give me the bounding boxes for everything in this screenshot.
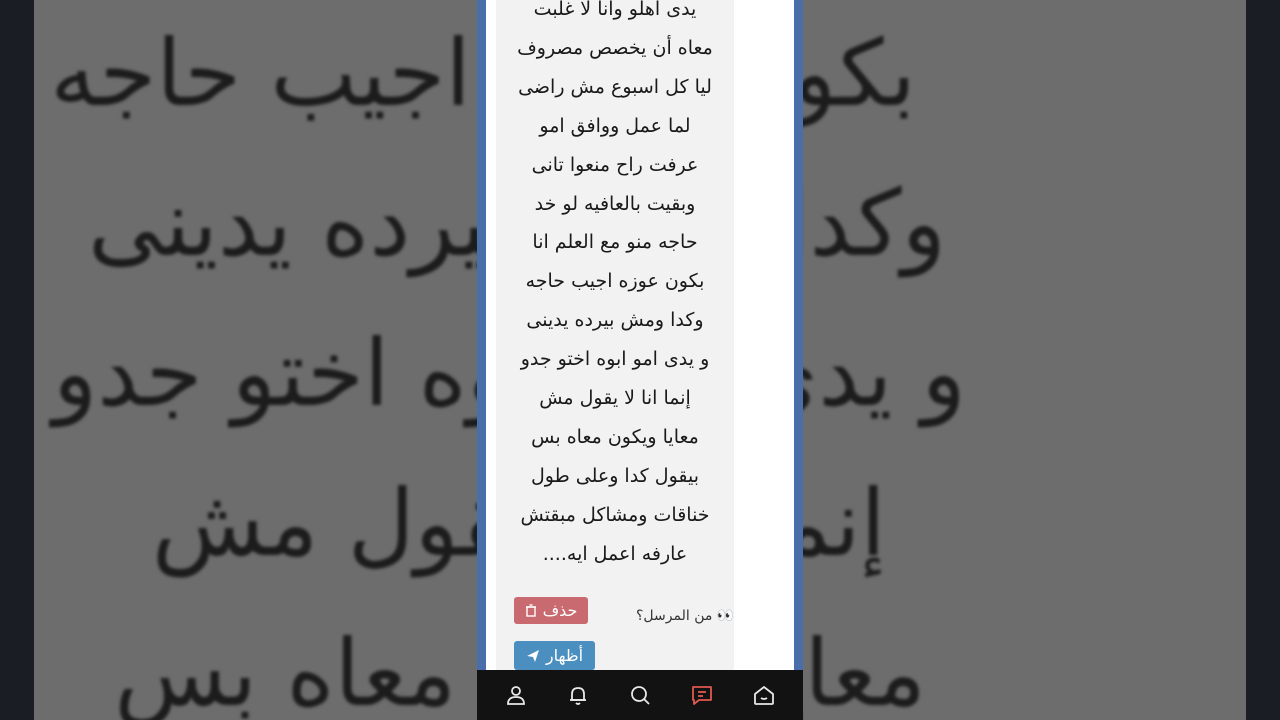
message-line: يدى اهلو وانا لا غلبت (533, 0, 697, 20)
message-line: معايا ويكون معاه بس (531, 425, 699, 448)
message-line: عارفه اعمل ايه.... (542, 542, 688, 565)
messages-icon[interactable] (689, 682, 715, 708)
notifications-icon[interactable] (565, 682, 591, 708)
message-line: حاجه منو مع العلم انا (532, 231, 698, 254)
message-line: خناقات ومشاكل مبقتش (520, 503, 710, 526)
message-line: وبقيت بالعافيه لو خد (534, 192, 696, 215)
message-line: بيقول كدا وعلى طول (530, 464, 700, 487)
message-line: عرفت راح منعوا تانى (531, 153, 699, 176)
sender-label: 👀 من المرسل؟ (636, 608, 735, 624)
show-label: أظهار (545, 646, 584, 665)
message-line: و يدى امو ابوه اختو جدو (520, 348, 710, 371)
trash-icon (525, 604, 536, 617)
message-line: لما عمل ووافق امو (539, 114, 691, 137)
search-icon[interactable] (627, 682, 653, 708)
app-screen: ✉ يدى اهلو وانا لا غلبت معاه أن يخصص مصر… (486, 0, 794, 670)
message-line: بكون عوزه اجيب حاجه (525, 270, 705, 293)
show-button[interactable]: أظهار (514, 641, 595, 670)
send-icon (526, 649, 539, 662)
message-body: يدى اهلو وانا لا غلبت معاه أن يخصص مصروف… (496, 0, 734, 574)
message-line: إنما انا لا يقول مش (539, 387, 691, 410)
delete-button[interactable]: حذف (514, 597, 588, 624)
profile-icon[interactable] (503, 682, 529, 708)
phone-frame: ✉ يدى اهلو وانا لا غلبت معاه أن يخصص مصر… (477, 0, 803, 720)
message-line: معاه أن يخصص مصروف (517, 36, 713, 59)
message-line: وكدا ومش بيرده يدينى (526, 309, 704, 332)
delete-label: حذف (542, 601, 578, 620)
message-card: يدى اهلو وانا لا غلبت معاه أن يخصص مصروف… (496, 0, 734, 670)
home-icon[interactable] (751, 682, 777, 708)
message-line: ليا كل اسبوع مش راضى (518, 75, 712, 98)
bottom-nav (477, 670, 803, 720)
